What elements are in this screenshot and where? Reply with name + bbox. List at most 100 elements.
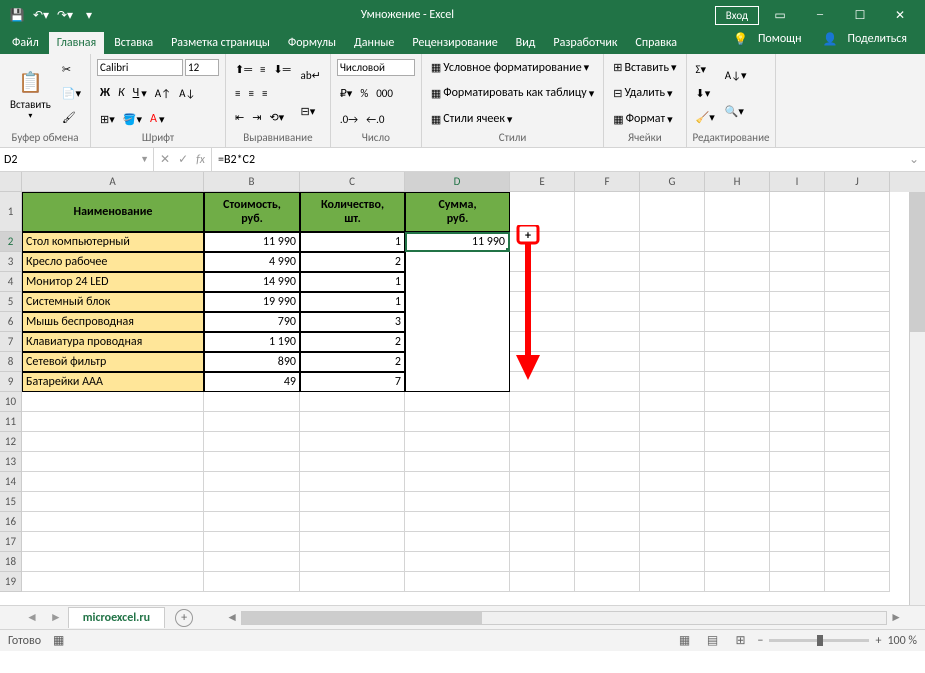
cell[interactable] xyxy=(22,392,204,412)
cell[interactable] xyxy=(22,472,204,492)
cell-cost[interactable]: 1 190 xyxy=(204,332,300,352)
fill-button[interactable]: ⬇▾ xyxy=(693,85,718,102)
cell[interactable] xyxy=(705,572,770,592)
cell[interactable] xyxy=(204,532,300,552)
cell[interactable] xyxy=(770,272,825,292)
cell[interactable] xyxy=(575,452,640,472)
view-page-layout-icon[interactable]: ▤ xyxy=(701,632,723,650)
indent-increase-button[interactable]: ⇥ xyxy=(249,109,264,126)
cell-sum[interactable]: 11 990 xyxy=(405,232,510,252)
tab-data[interactable]: Данные xyxy=(346,32,402,54)
cell[interactable] xyxy=(510,352,575,372)
cell[interactable] xyxy=(705,412,770,432)
cell[interactable] xyxy=(575,552,640,572)
cell[interactable] xyxy=(825,372,890,392)
cell[interactable] xyxy=(510,192,575,232)
cell[interactable] xyxy=(825,232,890,252)
row-header-15[interactable]: 15 xyxy=(0,492,21,512)
row-header-2[interactable]: 2 xyxy=(0,232,21,252)
cell[interactable] xyxy=(770,332,825,352)
row-header-11[interactable]: 11 xyxy=(0,412,21,432)
cell[interactable] xyxy=(705,352,770,372)
tab-review[interactable]: Рецензирование xyxy=(404,32,505,54)
header-cell[interactable]: Наименование xyxy=(22,192,204,232)
cell[interactable] xyxy=(204,572,300,592)
row-header-8[interactable]: 8 xyxy=(0,352,21,372)
cell-sum[interactable] xyxy=(405,332,510,352)
autosum-button[interactable]: Σ▾ xyxy=(693,61,718,78)
cell[interactable] xyxy=(300,572,405,592)
row-header-14[interactable]: 14 xyxy=(0,472,21,492)
cell[interactable] xyxy=(640,312,705,332)
col-header-B[interactable]: B xyxy=(204,172,300,192)
save-icon[interactable]: 💾 xyxy=(6,4,28,26)
cell-styles-button[interactable]: ▦ Стили ячеек▾ xyxy=(428,110,597,128)
cell[interactable] xyxy=(510,552,575,572)
cell[interactable] xyxy=(705,292,770,312)
share-button[interactable]: 👤 Поделиться xyxy=(816,24,921,54)
currency-button[interactable]: ₽▾ xyxy=(337,85,356,102)
cell[interactable] xyxy=(510,452,575,472)
font-size-combo[interactable] xyxy=(185,59,219,76)
cell[interactable] xyxy=(640,392,705,412)
cell[interactable] xyxy=(640,232,705,252)
cell-cost[interactable]: 890 xyxy=(204,352,300,372)
col-header-A[interactable]: A xyxy=(22,172,204,192)
delete-cells-button[interactable]: ⊟ Удалить▾ xyxy=(610,84,679,102)
cell[interactable] xyxy=(405,472,510,492)
cell[interactable] xyxy=(640,352,705,372)
font-name-combo[interactable] xyxy=(97,59,183,76)
cell-sum[interactable] xyxy=(405,372,510,392)
cell[interactable] xyxy=(770,312,825,332)
cancel-formula-icon[interactable]: ✕ xyxy=(160,152,170,167)
cell[interactable] xyxy=(300,412,405,432)
row-header-9[interactable]: 9 xyxy=(0,372,21,392)
cell[interactable] xyxy=(300,512,405,532)
cell[interactable] xyxy=(510,412,575,432)
cell[interactable] xyxy=(575,412,640,432)
cell[interactable] xyxy=(575,492,640,512)
add-sheet-button[interactable]: + xyxy=(175,609,193,627)
cell[interactable] xyxy=(510,272,575,292)
cell[interactable] xyxy=(575,572,640,592)
cell[interactable] xyxy=(705,452,770,472)
cut-button[interactable]: ✂ xyxy=(59,61,84,78)
cell[interactable] xyxy=(770,512,825,532)
name-box-input[interactable] xyxy=(4,153,140,167)
cell[interactable] xyxy=(705,372,770,392)
col-header-H[interactable]: H xyxy=(705,172,770,192)
cell[interactable] xyxy=(825,392,890,412)
cell[interactable] xyxy=(640,532,705,552)
tab-insert[interactable]: Вставка xyxy=(106,32,161,54)
tab-file[interactable]: Файл xyxy=(4,32,47,54)
cell-cost[interactable]: 49 xyxy=(204,372,300,392)
font-grow-button[interactable]: A↑ xyxy=(152,85,174,102)
cell[interactable] xyxy=(705,332,770,352)
col-header-I[interactable]: I xyxy=(770,172,825,192)
cell[interactable] xyxy=(405,432,510,452)
cell-qty[interactable]: 7 xyxy=(300,372,405,392)
tab-view[interactable]: Вид xyxy=(508,32,544,54)
cell[interactable] xyxy=(770,532,825,552)
cell[interactable] xyxy=(825,572,890,592)
row-header-12[interactable]: 12 xyxy=(0,432,21,452)
conditional-format-button[interactable]: ▦ Условное форматирование▾ xyxy=(428,59,597,77)
cell[interactable] xyxy=(825,332,890,352)
cell[interactable] xyxy=(575,192,640,232)
header-cell[interactable]: Сумма,руб. xyxy=(405,192,510,232)
indent-decrease-button[interactable]: ⇤ xyxy=(232,109,247,126)
cell[interactable] xyxy=(705,232,770,252)
col-header-D[interactable]: D xyxy=(405,172,510,192)
cell[interactable] xyxy=(705,312,770,332)
align-middle-button[interactable]: ≡ xyxy=(257,61,268,78)
clear-button[interactable]: 🧹▾ xyxy=(693,109,718,126)
cell[interactable] xyxy=(640,192,705,232)
cell-qty[interactable]: 2 xyxy=(300,332,405,352)
copy-button[interactable]: 📄▾ xyxy=(59,85,84,102)
fill-handle[interactable] xyxy=(504,246,510,252)
cell[interactable] xyxy=(770,352,825,372)
zoom-level[interactable]: 100 % xyxy=(887,634,917,648)
tab-home[interactable]: Главная xyxy=(49,32,104,54)
fx-icon[interactable]: fx xyxy=(196,153,205,167)
cell[interactable] xyxy=(770,192,825,232)
